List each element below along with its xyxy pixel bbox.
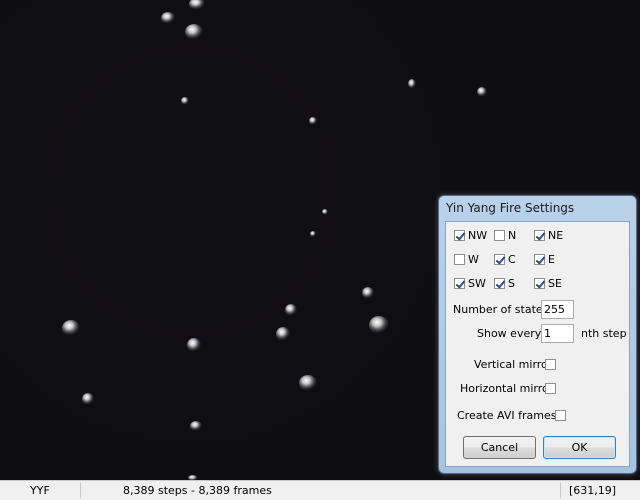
- ne-checkbox-box[interactable]: [534, 229, 545, 241]
- particle: [161, 12, 175, 24]
- sw-checkbox-box[interactable]: [454, 277, 465, 289]
- e-checkbox-box[interactable]: [534, 253, 545, 265]
- ne-label: NE: [548, 228, 564, 242]
- horizontal-mirror-label: Horizontal mirror: [460, 382, 554, 395]
- nth-step-label: nth step: [581, 327, 627, 340]
- status-rule-name: YYF: [30, 484, 50, 497]
- checkbox-nw[interactable]: NW: [454, 228, 487, 242]
- particle: [187, 338, 201, 352]
- particle: [309, 117, 317, 125]
- particle: [185, 24, 203, 40]
- checkbox-sw[interactable]: SW: [454, 276, 486, 290]
- avi-frames-label: Create AVI frames: [457, 409, 557, 422]
- particle: [285, 304, 297, 316]
- status-bar: YYF 8,389 steps - 8,389 frames [631,19]: [0, 480, 640, 500]
- checkbox-n[interactable]: N: [494, 228, 516, 242]
- n-checkbox-box[interactable]: [494, 229, 505, 241]
- se-label: SE: [548, 276, 562, 290]
- particle: [189, 0, 205, 10]
- sw-label: SW: [468, 276, 486, 290]
- dialog-body: NW N NE W C E SW S SE Number of states 2…: [445, 221, 630, 467]
- checkbox-w[interactable]: W: [454, 252, 479, 266]
- checkbox-s[interactable]: S: [494, 276, 515, 290]
- particle: [369, 316, 389, 334]
- status-separator: [560, 483, 561, 498]
- checkbox-c[interactable]: C: [494, 252, 516, 266]
- checkbox-ne[interactable]: NE: [534, 228, 563, 242]
- w-label: W: [468, 252, 479, 266]
- c-label: C: [508, 252, 516, 266]
- s-checkbox-box[interactable]: [494, 277, 505, 289]
- w-checkbox-box[interactable]: [454, 253, 465, 265]
- particle: [276, 327, 290, 341]
- states-label: Number of states: [453, 303, 549, 316]
- particle: [362, 287, 374, 299]
- particle: [62, 320, 80, 336]
- vertical-mirror-checkbox[interactable]: [545, 359, 556, 370]
- nw-label: NW: [468, 228, 488, 242]
- states-input[interactable]: 255: [541, 300, 574, 319]
- dialog-title: Yin Yang Fire Settings: [446, 201, 575, 215]
- particle: [181, 97, 189, 105]
- se-checkbox-box[interactable]: [534, 277, 545, 289]
- particle: [408, 79, 416, 89]
- show-every-label: Show every: [477, 327, 542, 340]
- c-checkbox-box[interactable]: [494, 253, 505, 265]
- status-separator: [80, 483, 81, 498]
- particle: [322, 209, 328, 215]
- particle: [310, 231, 316, 237]
- ok-button[interactable]: OK: [543, 436, 616, 459]
- checkbox-se[interactable]: SE: [534, 276, 562, 290]
- vertical-mirror-label: Vertical mirror: [474, 358, 553, 371]
- show-every-input[interactable]: 1: [541, 324, 574, 343]
- nw-checkbox-box[interactable]: [454, 229, 465, 241]
- horizontal-mirror-checkbox[interactable]: [545, 383, 556, 394]
- particle: [477, 87, 487, 97]
- e-label: E: [548, 252, 555, 266]
- status-coordinates: [631,19]: [569, 484, 617, 497]
- settings-dialog: Yin Yang Fire Settings NW N NE W C E SW …: [438, 195, 637, 474]
- avi-frames-checkbox[interactable]: [555, 410, 566, 421]
- particle: [190, 421, 202, 431]
- particle: [82, 393, 94, 405]
- particle: [299, 375, 317, 391]
- status-progress: 8,389 steps - 8,389 frames: [123, 484, 272, 497]
- n-label: N: [508, 228, 517, 242]
- s-label: S: [508, 276, 515, 290]
- checkbox-e[interactable]: E: [534, 252, 555, 266]
- cancel-button[interactable]: Cancel: [463, 436, 536, 459]
